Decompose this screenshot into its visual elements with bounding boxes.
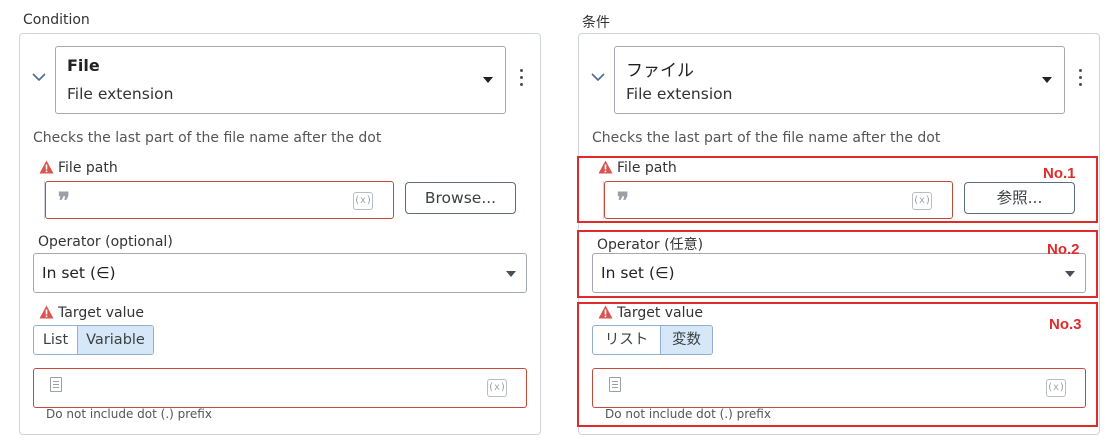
panel-title-left: Condition	[23, 12, 90, 28]
condition-subtype: File extension	[67, 85, 174, 103]
caret-down-icon	[506, 271, 516, 277]
variable-icon[interactable]: (x)	[353, 192, 373, 210]
panel-title-right: 条件	[582, 15, 610, 31]
document-icon	[50, 377, 62, 392]
annotation-label-2: No.2	[1047, 241, 1080, 258]
more-vertical-icon[interactable]	[1075, 69, 1085, 89]
condition-category: File	[67, 56, 100, 75]
condition-type-select[interactable]: File File extension	[55, 46, 506, 114]
file-path-label: File path	[39, 160, 118, 176]
target-value-input[interactable]: (x)	[33, 368, 527, 408]
target-value-hint: Do not include dot (.) prefix	[46, 407, 212, 421]
condition-description: Checks the last part of the file name af…	[592, 130, 941, 146]
warning-icon	[39, 305, 54, 319]
target-value-mode-toggle: List Variable	[33, 325, 154, 355]
variable-icon[interactable]: (x)	[487, 379, 507, 397]
browse-button[interactable]: Browse...	[405, 182, 516, 214]
annotation-box-3	[577, 302, 1098, 427]
operator-dropdown[interactable]: In set (∈)	[33, 253, 527, 293]
warning-icon	[39, 160, 54, 174]
operator-value: In set (∈)	[42, 264, 116, 282]
segment-list[interactable]: List	[34, 326, 77, 354]
condition-subtype: File extension	[626, 85, 733, 103]
condition-description: Checks the last part of the file name af…	[33, 130, 382, 146]
file-path-input[interactable]: ❞ (x)	[45, 181, 394, 219]
target-value-label: Target value	[39, 305, 144, 321]
condition-type-select[interactable]: ファイル File extension	[614, 46, 1065, 114]
condition-category: ファイル	[626, 61, 694, 81]
caret-down-icon	[1042, 77, 1052, 83]
annotation-label-3: No.3	[1049, 316, 1082, 333]
condition-card-left: File File extension Checks the last part…	[19, 33, 541, 435]
annotation-box-2	[577, 230, 1098, 298]
operator-label: Operator (optional)	[38, 234, 173, 250]
more-vertical-icon[interactable]	[516, 69, 526, 89]
chevron-down-icon[interactable]	[591, 72, 605, 82]
quote-icon: ❞	[58, 188, 70, 214]
caret-down-icon	[483, 77, 493, 83]
chevron-down-icon[interactable]	[32, 72, 46, 82]
annotation-label-1: No.1	[1043, 165, 1076, 182]
annotation-box-1	[577, 156, 1098, 223]
segment-variable[interactable]: Variable	[77, 326, 153, 354]
